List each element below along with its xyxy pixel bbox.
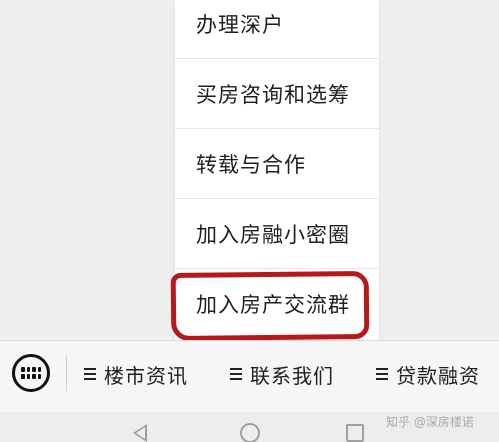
menu-item-join-circle[interactable]: 加入房融小密圈 xyxy=(175,199,379,269)
menu-lines-icon xyxy=(84,368,96,380)
menu-item-label: 转载与合作 xyxy=(196,152,306,177)
tab-loan-financing[interactable]: 贷款融资 xyxy=(376,359,480,389)
menu-item-label: 加入房融小密圈 xyxy=(196,222,350,247)
menu-lines-icon xyxy=(376,368,388,380)
tab-property-news[interactable]: 楼市资讯 xyxy=(84,359,188,389)
tab-label: 楼市资讯 xyxy=(104,363,188,388)
back-triangle-icon[interactable] xyxy=(133,424,147,442)
menu-lines-icon xyxy=(230,368,242,380)
divider xyxy=(66,355,67,391)
menu-item-shenzhen-hukou[interactable]: 办理深户 xyxy=(175,0,379,59)
menu-item-repost-cooperation[interactable]: 转载与合作 xyxy=(175,129,379,199)
menu-item-house-consult[interactable]: 买房咨询和选筹 xyxy=(175,59,379,129)
recent-square-icon[interactable] xyxy=(346,424,364,442)
menu-item-label: 加入房产交流群 xyxy=(196,293,350,317)
official-account-menu-bar: 楼市资讯 联系我们 贷款融资 xyxy=(0,340,499,412)
tab-label: 联系我们 xyxy=(250,363,334,388)
watermark: 知乎 @深房楼诺 xyxy=(386,415,474,429)
popup-submenu: 办理深户 买房咨询和选筹 转载与合作 加入房融小密圈 加入房产交流群 xyxy=(175,0,379,343)
menu-item-label: 买房咨询和选筹 xyxy=(196,82,350,107)
menu-item-label: 办理深户 xyxy=(196,12,284,37)
home-circle-icon[interactable] xyxy=(240,423,260,442)
tab-label: 贷款融资 xyxy=(396,363,480,388)
tab-contact-us[interactable]: 联系我们 xyxy=(230,359,334,389)
keyboard-icon[interactable] xyxy=(12,354,50,392)
menu-item-join-group[interactable]: 加入房产交流群 xyxy=(175,269,379,339)
